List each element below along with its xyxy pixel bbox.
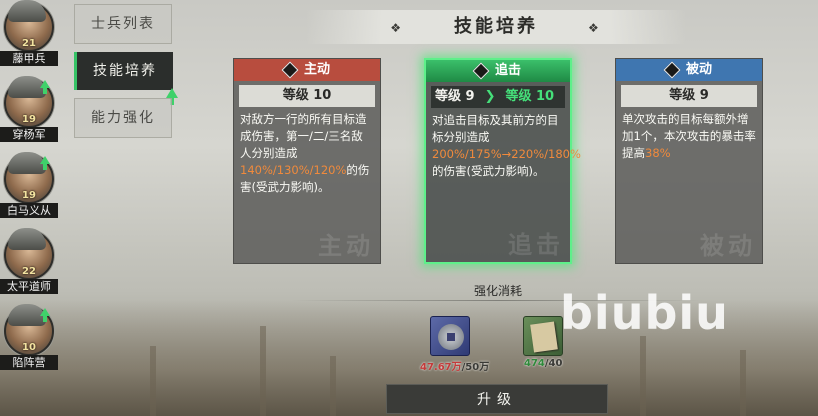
upgrade-arrow-stem xyxy=(43,88,47,94)
fence-post xyxy=(740,350,746,416)
book-have: 474 xyxy=(524,358,545,369)
fence-post xyxy=(330,356,336,416)
skill-type-header: 主动 xyxy=(234,59,380,81)
skill-card-active[interactable]: 主动 等级 10 对敌方一行的所有目标造成伤害，第一/二/三名敌人分别造成 140… xyxy=(233,58,381,264)
book-count: 474/40 xyxy=(524,358,562,369)
skill-description: 对追击目标及其前方的目标分别造成 200%/175%→220%/180% 的伤害(受… xyxy=(432,112,581,180)
skill-type-header: 被动 xyxy=(616,59,762,81)
fence-post xyxy=(260,326,266,416)
upgrade-arrow-icon xyxy=(40,308,50,316)
next-level: 等级 10 xyxy=(505,89,555,104)
hero-card[interactable]: 22 太平道师 xyxy=(0,228,62,304)
page-title: ❖ 技能培养 ❖ xyxy=(306,10,686,44)
consume-label: 强化消耗 xyxy=(473,284,522,298)
hero-name: 陷阵营 xyxy=(0,355,58,370)
skill-level: 等级 9 xyxy=(621,85,757,107)
tab-skill-training[interactable]: 技能培养 xyxy=(74,52,173,90)
skill-card-passive[interactable]: 被动 等级 9 单次攻击的目标每额外增加1个，本次攻击的暴击率提高38% 被动 xyxy=(615,58,763,264)
skill-level: 等级 10 xyxy=(239,85,375,107)
hero-name: 藤甲兵 xyxy=(0,51,58,66)
coin-need: /50万 xyxy=(461,362,490,373)
skill-level-upgrade: 等级 9 ❯ 等级 10 xyxy=(431,86,565,108)
upgrade-arrow-icon xyxy=(166,88,178,98)
page-title-text: 技能培养 xyxy=(454,16,538,37)
hero-card[interactable]: 21 藤甲兵 xyxy=(0,0,62,76)
tab-soldier-list[interactable]: 士兵列表 xyxy=(74,4,172,44)
current-level: 等级 9 xyxy=(435,89,475,104)
helmet-icon xyxy=(8,0,46,22)
hero-level: 19 xyxy=(22,114,36,125)
coin-have: 47.67万 xyxy=(420,362,462,373)
hero-level: 19 xyxy=(22,190,36,201)
book-need: /40 xyxy=(544,358,563,369)
hero-level: 21 xyxy=(22,38,36,49)
hero-name: 穿杨军 xyxy=(0,127,58,142)
hero-card[interactable]: 10 陷阵营 xyxy=(0,304,62,380)
desc-highlight: 200%/175%→220%/180% xyxy=(432,147,581,161)
desc-text: 对追击目标及其前方的目标分别造成 xyxy=(432,113,559,144)
hero-list: 21 藤甲兵 19 穿杨军 19 白马义从 22 太平道师 10 陷阵营 xyxy=(0,0,70,416)
skill-type-icon xyxy=(472,62,490,79)
skill-card-chase[interactable]: 追击 等级 9 ❯ 等级 10 对追击目标及其前方的目标分别造成 200%/175%→… xyxy=(424,58,581,264)
book-icon xyxy=(530,321,558,353)
arrow-right-icon: ❯ xyxy=(484,89,496,104)
coin-hole xyxy=(447,333,455,341)
coin-item[interactable] xyxy=(430,316,470,356)
desc-highlight: 140%/130%/120% xyxy=(240,163,347,177)
desc-text: 的伤害(受武力影响)。 xyxy=(432,164,545,178)
upgrade-button[interactable]: 升级 xyxy=(386,384,608,414)
upgrade-arrow-stem xyxy=(43,164,47,170)
upgrade-arrow-icon xyxy=(40,156,50,164)
skill-type-label: 被动 xyxy=(685,62,712,77)
upgrade-arrow-icon xyxy=(40,80,50,88)
skill-description: 对敌方一行的所有目标造成伤害，第一/二/三名敌人分别造成 140%/130%/12… xyxy=(240,111,374,196)
skill-type-label: 主动 xyxy=(303,62,330,77)
site-watermark: biubiu xyxy=(560,286,729,340)
ornament-icon: ❖ xyxy=(588,21,602,35)
hero-name: 太平道师 xyxy=(0,279,58,294)
hero-card[interactable]: 19 白马义从 xyxy=(0,152,62,228)
desc-text: 单次攻击的目标每额外增加1个，本次攻击的暴击率提高 xyxy=(622,112,756,160)
hero-name: 白马义从 xyxy=(0,203,58,218)
book-item[interactable] xyxy=(523,316,563,356)
helmet-icon xyxy=(8,228,46,250)
skill-type-header: 追击 xyxy=(426,60,570,82)
hero-card[interactable]: 19 穿杨军 xyxy=(0,76,62,152)
card-watermark: 主动 xyxy=(318,232,374,260)
desc-text: 对敌方一行的所有目标造成伤害，第一/二/三名敌人分别造成 xyxy=(240,112,367,160)
skill-type-icon xyxy=(663,61,681,78)
skill-type-label: 追击 xyxy=(494,63,521,78)
card-watermark: 追击 xyxy=(508,231,564,259)
skill-type-icon xyxy=(281,61,299,78)
skill-description: 单次攻击的目标每额外增加1个，本次攻击的暴击率提高38% xyxy=(622,111,756,162)
hero-level: 10 xyxy=(22,342,36,353)
tab-ability-enhance[interactable]: 能力强化 xyxy=(74,98,172,138)
coin-count: 47.67万/50万 xyxy=(420,358,489,373)
fence-post xyxy=(640,336,646,416)
fence-post xyxy=(150,346,156,416)
hero-level: 22 xyxy=(22,266,36,277)
card-watermark: 被动 xyxy=(700,232,756,260)
upgrade-arrow-stem xyxy=(43,316,47,322)
desc-highlight: 38% xyxy=(645,146,671,160)
ornament-icon: ❖ xyxy=(390,21,404,35)
